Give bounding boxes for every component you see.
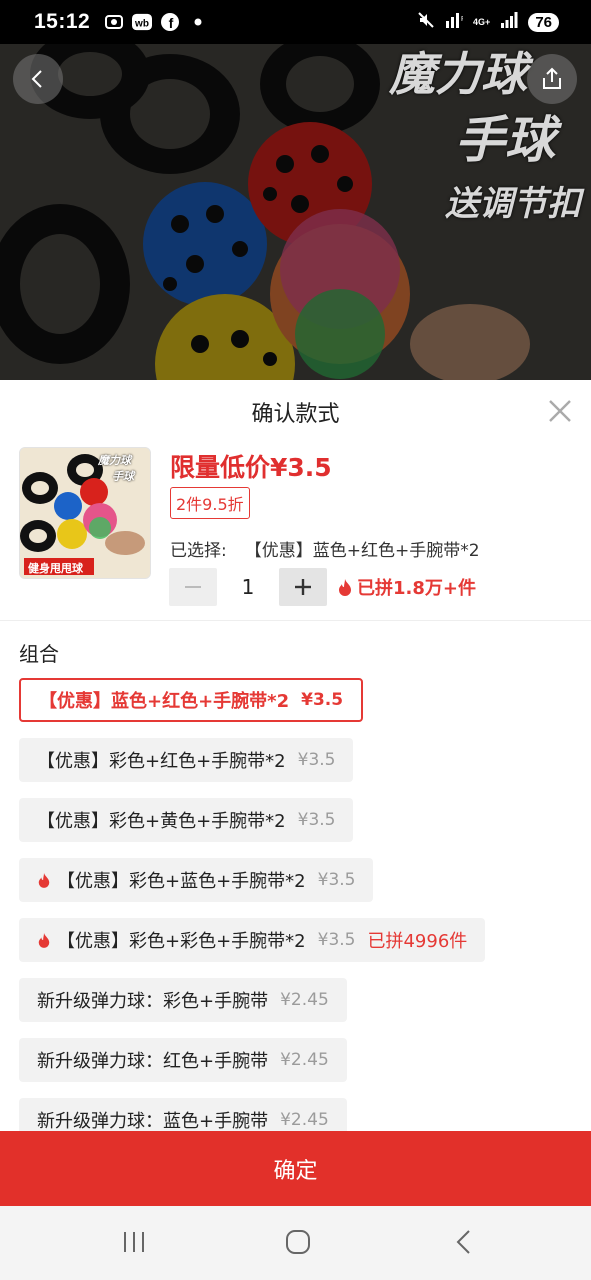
fire-icon bbox=[37, 932, 51, 948]
fire-icon bbox=[37, 872, 51, 888]
option-list: 【优惠】蓝色+红色+手腕带*2 ¥3.5 【优惠】彩色+红色+手腕带*2 ¥3.5 … bbox=[19, 678, 579, 1132]
option-label: 新升级弹力球：蓝色+手腕带 bbox=[37, 1111, 269, 1132]
back-arrow-icon bbox=[31, 70, 42, 88]
svg-text:wb: wb bbox=[134, 19, 149, 30]
option-label: 新升级弹力球：红色+手腕带 bbox=[37, 1051, 269, 1072]
battery-indicator: 76 bbox=[528, 12, 559, 32]
group-label: 组合 bbox=[19, 642, 59, 666]
option-item[interactable]: 【优惠】彩色+黄色+手腕带*2 ¥3.5 bbox=[19, 798, 354, 842]
option-price: ¥2.45 bbox=[280, 990, 329, 1010]
fire-icon bbox=[339, 579, 351, 596]
sold-count-text: 已拼1.8万+件 bbox=[357, 578, 476, 599]
thumbnail-title-line1: 魔力球 bbox=[98, 454, 131, 467]
home-icon bbox=[286, 1230, 310, 1254]
hero-text-line1: 魔力球 bbox=[389, 47, 527, 101]
svg-text:f: f bbox=[169, 15, 174, 31]
recent-apps-button[interactable] bbox=[120, 1228, 148, 1260]
quantity-stepper: 1 已拼1.8万+件 bbox=[169, 568, 476, 606]
quantity-value[interactable]: 1 bbox=[217, 575, 279, 599]
back-button[interactable] bbox=[13, 54, 63, 104]
option-item[interactable]: 新升级弹力球：彩色+手腕带 ¥2.45 bbox=[19, 978, 347, 1022]
status-time: 15:12 bbox=[34, 10, 91, 33]
facebook-icon: f bbox=[160, 12, 180, 32]
increment-button[interactable] bbox=[279, 568, 327, 606]
screenshot-icon bbox=[104, 12, 124, 32]
option-price: ¥3.5 bbox=[317, 870, 356, 890]
option-item[interactable]: 【优惠】彩色+彩色+手腕带*2 ¥3.5 已拼4996件 bbox=[19, 918, 486, 962]
dot-icon bbox=[188, 12, 208, 32]
option-label: 新升级弹力球：彩色+手腕带 bbox=[37, 991, 269, 1012]
thumbnail-caption: 健身甩甩球 bbox=[28, 562, 83, 575]
home-button[interactable] bbox=[284, 1228, 312, 1260]
sheet-title: 确认款式 bbox=[251, 402, 340, 427]
signal-r-icon: R bbox=[445, 11, 466, 34]
option-label: 【优惠】彩色+红色+手腕带*2 bbox=[37, 751, 286, 772]
hero-text-line3: 送调节扣 bbox=[445, 184, 581, 224]
mute-icon bbox=[417, 11, 435, 34]
option-label: 【优惠】彩色+蓝色+手腕带*2 bbox=[57, 871, 306, 892]
divider bbox=[0, 620, 591, 621]
svg-text:R: R bbox=[461, 16, 463, 23]
discount-badge: 2件9.5折 bbox=[170, 487, 250, 519]
thumbnail-title-line2: 手球 bbox=[112, 470, 134, 483]
option-price: ¥3.5 bbox=[317, 930, 356, 950]
hero-text-line2: 手球 bbox=[455, 111, 555, 169]
selected-value: 【优惠】蓝色+红色+手腕带*2 bbox=[244, 541, 480, 561]
sku-selection-sheet: 确认款式 魔力球 手球 健身甩甩球 限量低价¥3.5 2件9.5折 已选择: 【优… bbox=[0, 380, 591, 1206]
signal-icon bbox=[500, 11, 518, 34]
sold-count: 已拼1.8万+件 bbox=[337, 574, 476, 600]
option-item[interactable]: 【优惠】彩色+蓝色+手腕带*2 ¥3.5 bbox=[19, 858, 374, 902]
decrement-button[interactable] bbox=[169, 568, 217, 606]
nav-back-button[interactable] bbox=[450, 1228, 478, 1260]
option-item[interactable]: 新升级弹力球：红色+手腕带 ¥2.45 bbox=[19, 1038, 347, 1082]
system-nav-bar bbox=[0, 1206, 591, 1280]
nav-back-icon bbox=[456, 1230, 470, 1254]
weibo-icon: wb bbox=[132, 12, 153, 32]
option-label: 【优惠】彩色+黄色+手腕带*2 bbox=[37, 811, 286, 832]
selected-sku: 已选择: 【优惠】蓝色+红色+手腕带*2 bbox=[170, 536, 480, 561]
status-bar: 15:12 wb f R 4G+ 76 bbox=[0, 0, 591, 44]
option-label: 【优惠】蓝色+红色+手腕带*2 bbox=[39, 691, 290, 712]
selected-label: 已选择: bbox=[170, 541, 227, 561]
option-item[interactable]: 【优惠】彩色+红色+手腕带*2 ¥3.5 bbox=[19, 738, 354, 782]
option-price: ¥2.45 bbox=[280, 1050, 329, 1070]
option-price: ¥3.5 bbox=[297, 750, 336, 770]
close-button[interactable] bbox=[547, 398, 573, 424]
option-item[interactable]: 【优惠】蓝色+红色+手腕带*2 ¥3.5 bbox=[19, 678, 364, 722]
option-item[interactable]: 新升级弹力球：蓝色+手腕带 ¥2.45 bbox=[19, 1098, 347, 1132]
option-label: 【优惠】彩色+彩色+手腕带*2 bbox=[57, 931, 306, 952]
option-price: ¥3.5 bbox=[301, 690, 344, 710]
plus-icon bbox=[295, 579, 311, 595]
minus-icon bbox=[185, 586, 201, 588]
close-icon bbox=[549, 400, 571, 422]
confirm-button[interactable]: 确定 bbox=[0, 1131, 591, 1206]
share-icon bbox=[543, 67, 561, 89]
option-price: ¥3.5 bbox=[297, 810, 336, 830]
product-hero-image: 魔力球 手球 送调节扣 bbox=[0, 44, 591, 380]
recent-apps-icon bbox=[124, 1232, 144, 1252]
product-price: 限量低价¥3.5 bbox=[170, 453, 332, 482]
share-button[interactable] bbox=[527, 54, 577, 104]
4g-icon: 4G+ bbox=[473, 16, 491, 27]
option-sold: 已拼4996件 bbox=[367, 931, 468, 952]
product-thumbnail[interactable]: 魔力球 手球 健身甩甩球 bbox=[19, 447, 151, 579]
option-price: ¥2.45 bbox=[280, 1110, 329, 1130]
